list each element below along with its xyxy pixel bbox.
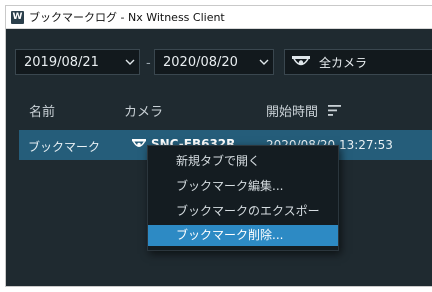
dome-camera-icon — [131, 138, 147, 154]
app-window: W ブックマークログ - Nx Witness Client 2019/08/2… — [6, 6, 432, 286]
row-name: ブックマーク — [28, 140, 101, 154]
start-date-picker[interactable]: 2019/08/21 — [15, 49, 140, 75]
menu-item-open-in-new-tab[interactable]: 新規タブで開く — [148, 151, 338, 172]
dome-camera-icon — [291, 53, 311, 71]
context-menu: 新規タブで開く ブックマーク編集... ブックマークのエクスポート... ブック… — [147, 145, 339, 251]
column-header-start-time[interactable]: 開始時間 — [266, 101, 318, 120]
table-header: 名前 カメラ 開始時間 — [6, 101, 432, 121]
menu-item-export-bookmark[interactable]: ブックマークのエクスポート... — [148, 201, 338, 239]
title-bar: W ブックマークログ - Nx Witness Client — [6, 6, 432, 29]
chevron-down-icon[interactable] — [255, 59, 273, 65]
end-date-value: 2020/08/20 — [163, 54, 238, 70]
menu-item-delete-bookmark[interactable]: ブックマーク削除... — [148, 225, 338, 246]
column-header-name[interactable]: 名前 — [29, 101, 55, 120]
start-date-value: 2019/08/21 — [24, 54, 99, 70]
nx-witness-logo-icon: W — [11, 10, 24, 24]
window-title: ブックマークログ - Nx Witness Client — [29, 11, 225, 24]
column-header-camera[interactable]: カメラ — [124, 101, 163, 120]
camera-filter-button[interactable]: 全カメラ — [284, 49, 432, 75]
end-date-picker[interactable]: 2020/08/20 — [154, 49, 274, 75]
camera-filter-label: 全カメラ — [319, 55, 368, 70]
filter-toolbar: 2019/08/21 - 2020/08/20 全カメラ — [6, 29, 432, 90]
menu-item-edit-bookmark[interactable]: ブックマーク編集... — [148, 176, 338, 197]
chevron-down-icon[interactable] — [121, 59, 139, 65]
sort-descending-icon[interactable] — [328, 105, 342, 120]
date-range-separator: - — [146, 56, 151, 71]
